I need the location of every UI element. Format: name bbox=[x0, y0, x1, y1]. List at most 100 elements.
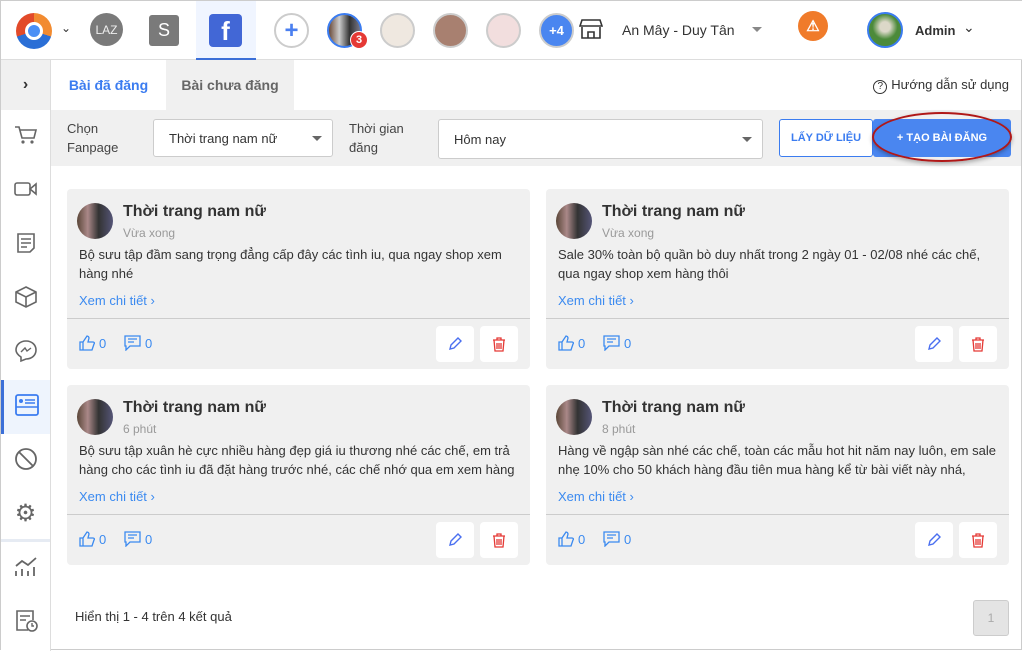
page-button-1[interactable]: 1 bbox=[973, 600, 1009, 636]
sidebar-item-products[interactable] bbox=[1, 272, 50, 326]
time-label: Thời gian đăng bbox=[349, 121, 404, 155]
chevron-right-icon: › bbox=[150, 489, 155, 504]
like-icon bbox=[558, 531, 574, 547]
post-card: Thời trang nam nữ Vừa xong Bộ sưu tập đầ… bbox=[67, 189, 530, 369]
user-name[interactable]: Admin bbox=[915, 23, 955, 38]
post-text: Bộ sưu tập đầm sang trọng đẳng cấp đây c… bbox=[79, 247, 502, 281]
fanpage-select[interactable]: Thời trang nam nữ bbox=[153, 119, 333, 157]
post-time: Vừa xong bbox=[602, 226, 655, 240]
tab-posted[interactable]: Bài đã đăng bbox=[51, 60, 166, 110]
help-label: Hướng dẫn sử dụng bbox=[891, 77, 1009, 92]
chevron-right-icon: › bbox=[629, 489, 634, 504]
divider bbox=[67, 318, 530, 319]
edit-button[interactable] bbox=[915, 522, 953, 558]
comment-count: 0 bbox=[124, 531, 152, 547]
view-detail-link[interactable]: Xem chi tiết › bbox=[79, 489, 155, 504]
sidebar-item-history[interactable] bbox=[1, 596, 50, 650]
delete-button[interactable] bbox=[959, 326, 997, 362]
caret-down-icon bbox=[752, 27, 762, 37]
chevron-down-icon[interactable]: ⌄ bbox=[61, 21, 71, 35]
like-icon bbox=[79, 531, 95, 547]
sidebar-item-blocked[interactable] bbox=[1, 434, 50, 488]
divider bbox=[546, 514, 1009, 515]
comment-count: 0 bbox=[124, 335, 152, 351]
edit-button[interactable] bbox=[915, 326, 953, 362]
notification-badge: 3 bbox=[350, 31, 368, 49]
comment-icon bbox=[124, 531, 141, 547]
store-selector[interactable]: An Mây - Duy Tân bbox=[622, 22, 762, 38]
question-icon: ? bbox=[873, 80, 888, 94]
delete-button[interactable] bbox=[480, 522, 518, 558]
sidebar-item-posts[interactable] bbox=[1, 380, 50, 434]
chevron-right-icon: › bbox=[150, 293, 155, 308]
post-card: Thời trang nam nữ Vừa xong Sale 30% toàn… bbox=[546, 189, 1009, 369]
shopee-channel[interactable]: S bbox=[149, 15, 179, 46]
sidebar-item-orders[interactable] bbox=[1, 110, 50, 164]
facebook-channel-tab[interactable]: f bbox=[196, 1, 256, 60]
pencil-icon bbox=[449, 533, 462, 546]
messenger-icon bbox=[14, 339, 38, 368]
warning-icon[interactable]: ⚠ bbox=[798, 11, 828, 41]
pencil-icon bbox=[928, 337, 941, 350]
user-avatar[interactable] bbox=[867, 12, 903, 48]
page-avatar bbox=[77, 399, 113, 435]
fanpage-label: Chọn Fanpage bbox=[67, 121, 119, 155]
sidebar-item-reports[interactable] bbox=[1, 542, 50, 596]
sidebar-item-settings[interactable]: ⚙ bbox=[1, 488, 50, 542]
tab-unposted[interactable]: Bài chưa đăng bbox=[166, 60, 294, 110]
time-value: Hôm nay bbox=[454, 131, 507, 147]
sidebar-item-notes[interactable] bbox=[1, 218, 50, 272]
like-count: 0 bbox=[558, 531, 585, 547]
page-avatar[interactable] bbox=[380, 13, 415, 48]
caret-down-icon bbox=[312, 136, 322, 141]
like-count: 0 bbox=[79, 335, 106, 351]
page-name: Thời trang nam nữ bbox=[123, 399, 266, 416]
view-detail-link[interactable]: Xem chi tiết › bbox=[79, 293, 155, 308]
post-text: Bộ sưu tập xuân hè cực nhiều hàng đẹp gi… bbox=[79, 443, 515, 477]
comment-count: 0 bbox=[603, 531, 631, 547]
post-time: 8 phút bbox=[602, 422, 636, 436]
trash-icon bbox=[972, 336, 984, 352]
delete-button[interactable] bbox=[480, 326, 518, 362]
schedule-icon bbox=[14, 609, 38, 638]
page-name: Thời trang nam nữ bbox=[123, 203, 266, 220]
delete-button[interactable] bbox=[959, 522, 997, 558]
view-detail-link[interactable]: Xem chi tiết › bbox=[558, 489, 634, 504]
edit-button[interactable] bbox=[436, 326, 474, 362]
sidebar-item-messenger[interactable] bbox=[1, 326, 50, 380]
post-time: Vừa xong bbox=[123, 226, 176, 240]
app-logo[interactable] bbox=[16, 13, 52, 49]
page-avatar[interactable] bbox=[486, 13, 521, 48]
fetch-data-button[interactable]: LẤY DỮ LIỆU bbox=[779, 119, 873, 157]
time-select[interactable]: Hôm nay bbox=[438, 119, 763, 159]
comment-count: 0 bbox=[603, 335, 631, 351]
video-icon bbox=[13, 180, 38, 203]
more-pages-button[interactable]: +4 bbox=[539, 13, 574, 48]
cart-icon bbox=[14, 124, 38, 151]
highlight-ring bbox=[872, 112, 1012, 162]
page-avatar bbox=[556, 399, 592, 435]
top-bar: ⌄ LAZ S f + 3 +4 An Mây - Duy Tân ⚠ Admi… bbox=[1, 1, 1022, 60]
like-count: 0 bbox=[79, 531, 106, 547]
filter-bar: Chọn Fanpage Thời trang nam nữ Thời gian đ… bbox=[51, 110, 1021, 166]
comment-icon bbox=[124, 335, 141, 351]
document-icon bbox=[16, 232, 36, 259]
post-icon bbox=[15, 393, 39, 421]
post-card: Thời trang nam nữ 8 phút Hàng về ngập sà… bbox=[546, 385, 1009, 565]
sidebar-item-video[interactable] bbox=[1, 164, 50, 218]
edit-button[interactable] bbox=[436, 522, 474, 558]
sidebar-toggle[interactable]: › bbox=[1, 60, 50, 110]
lazada-channel[interactable]: LAZ bbox=[90, 13, 123, 46]
page-avatar[interactable] bbox=[433, 13, 468, 48]
pencil-icon bbox=[928, 533, 941, 546]
chevron-down-icon[interactable]: ⌄ bbox=[963, 19, 975, 36]
store-name: An Mây - Duy Tân bbox=[622, 22, 735, 38]
fanpage-value: Thời trang nam nữ bbox=[169, 130, 278, 146]
facebook-icon: f bbox=[209, 14, 242, 47]
ban-icon bbox=[14, 447, 38, 476]
divider bbox=[67, 514, 530, 515]
page-name: Thời trang nam nữ bbox=[602, 399, 745, 416]
add-page-button[interactable]: + bbox=[274, 13, 309, 48]
view-detail-link[interactable]: Xem chi tiết › bbox=[558, 293, 634, 308]
help-link[interactable]: ? Hướng dẫn sử dụng bbox=[873, 77, 1009, 94]
